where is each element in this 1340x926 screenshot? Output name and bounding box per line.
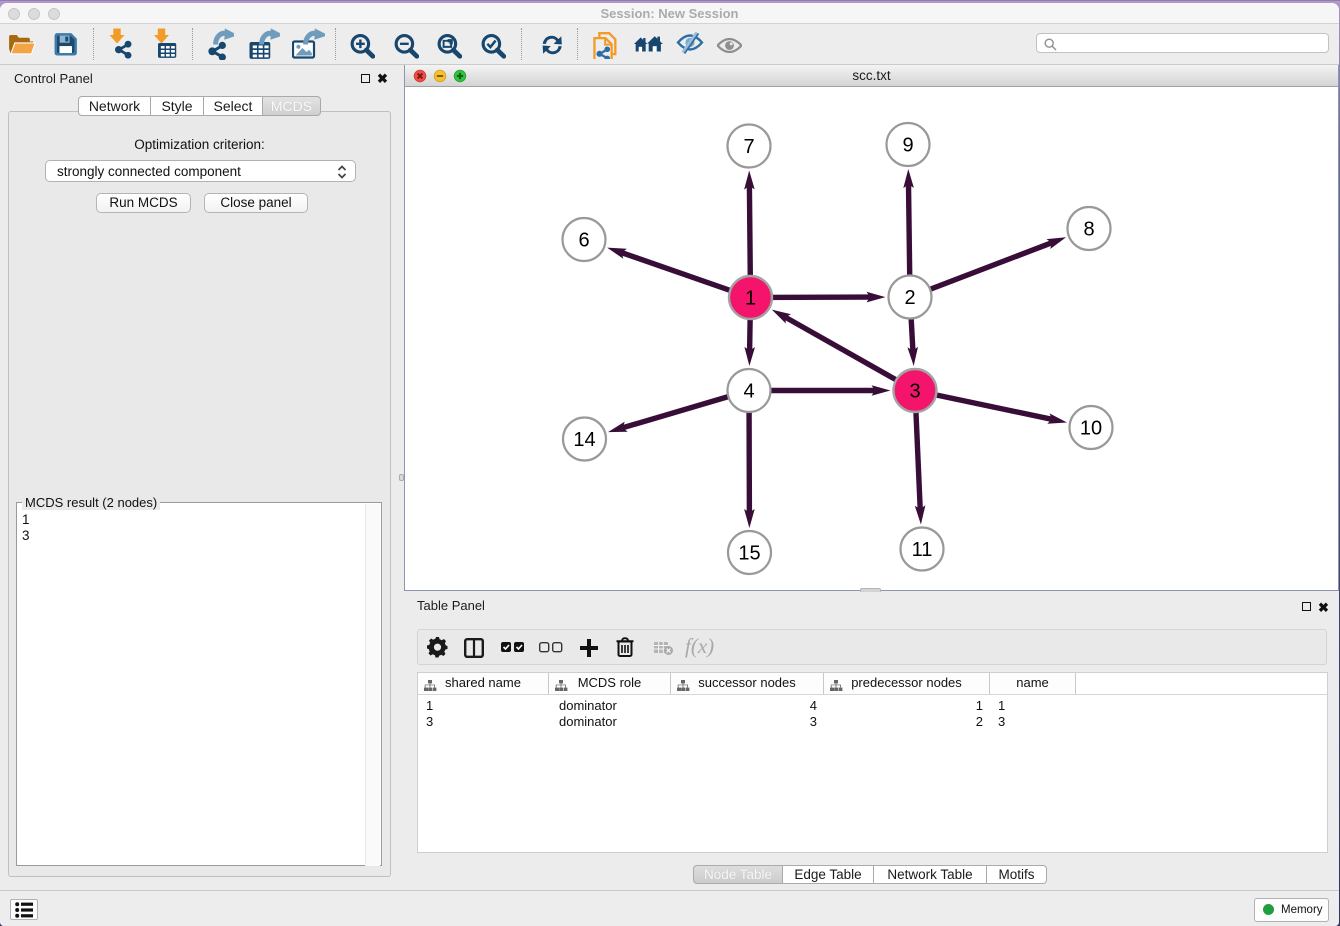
svg-text:9: 9 bbox=[902, 135, 913, 157]
svg-text:3: 3 bbox=[909, 381, 920, 403]
svg-text:8: 8 bbox=[1083, 219, 1094, 241]
svg-text:6: 6 bbox=[578, 230, 589, 252]
svg-text:1: 1 bbox=[745, 288, 756, 310]
svg-text:11: 11 bbox=[912, 539, 933, 561]
svg-text:7: 7 bbox=[743, 136, 754, 158]
svg-text:14: 14 bbox=[573, 429, 595, 451]
svg-text:2: 2 bbox=[904, 287, 915, 309]
svg-text:4: 4 bbox=[743, 381, 754, 403]
svg-text:10: 10 bbox=[1080, 418, 1102, 440]
svg-text:15: 15 bbox=[738, 543, 760, 565]
